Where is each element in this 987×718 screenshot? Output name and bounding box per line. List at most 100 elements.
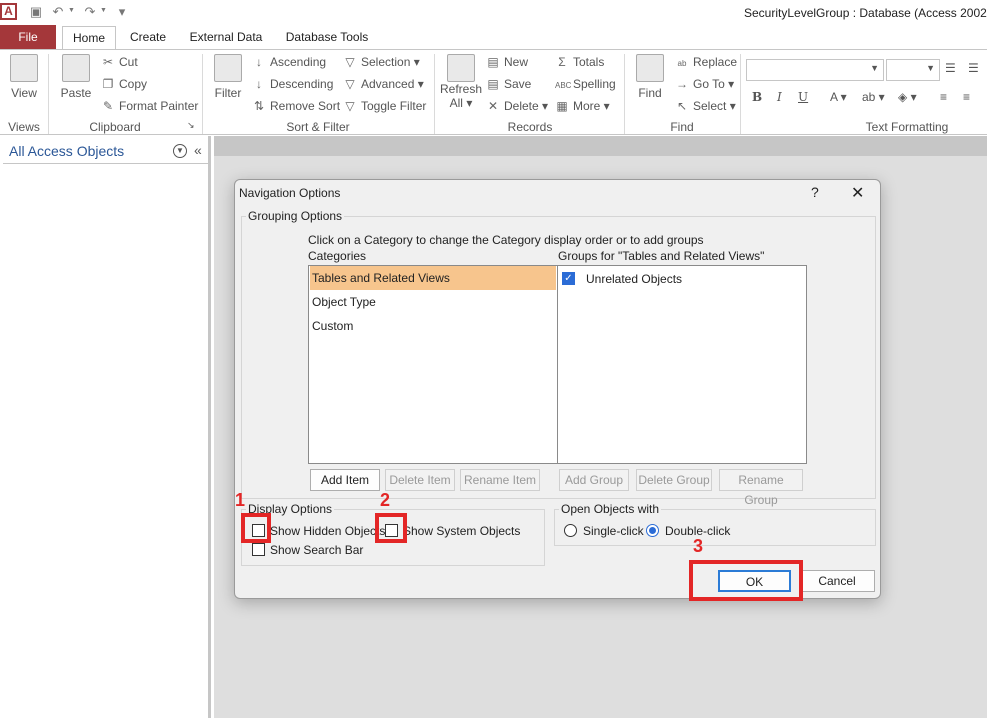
- tab-home[interactable]: Home: [62, 26, 116, 49]
- group-label-views: Views: [8, 120, 40, 134]
- goto-icon: →: [676, 77, 688, 91]
- goto-button[interactable]: → Go To ▾: [675, 77, 734, 91]
- ascending-button[interactable]: ↓ Ascending: [252, 55, 326, 69]
- spelling-icon: ABC: [555, 81, 572, 90]
- more-button[interactable]: ▦ More ▾: [555, 99, 609, 113]
- select-icon: ↖: [676, 99, 688, 113]
- close-icon[interactable]: ✕: [851, 183, 864, 203]
- tab-database-tools[interactable]: Database Tools: [282, 26, 372, 49]
- add-item-button[interactable]: Add Item: [310, 469, 380, 491]
- new-record-icon: ▤: [487, 55, 499, 69]
- delete-group-button[interactable]: Delete Group: [636, 469, 712, 491]
- customize-quick-access-icon[interactable]: ▾: [114, 4, 130, 20]
- rename-group-button[interactable]: Rename Group: [719, 469, 803, 507]
- delete-record-button[interactable]: ✕ Delete ▾: [486, 99, 548, 113]
- redo-icon[interactable]: ↷: [82, 4, 98, 20]
- separator: [202, 54, 203, 134]
- align-center-icon[interactable]: ≡: [963, 90, 970, 104]
- unrelated-objects-checkbox[interactable]: ✓: [562, 272, 575, 285]
- tab-external-data[interactable]: External Data: [184, 26, 268, 49]
- sigma-icon: Σ: [558, 55, 566, 69]
- show-system-objects-label[interactable]: Show System Objects: [403, 524, 520, 538]
- nav-pane-header[interactable]: All Access Objects ▼ «: [3, 140, 209, 164]
- tab-file[interactable]: File: [0, 25, 56, 49]
- collapse-pane-icon[interactable]: «: [194, 142, 202, 158]
- fill-color-icon[interactable]: ◈ ▾: [898, 90, 917, 104]
- new-record-button[interactable]: ▤ New: [486, 55, 528, 69]
- list-item[interactable]: Custom: [310, 314, 556, 338]
- copy-button[interactable]: ❐ Copy: [101, 77, 147, 91]
- double-click-radio[interactable]: [646, 524, 659, 537]
- rename-item-button[interactable]: Rename Item: [460, 469, 540, 491]
- remove-sort-button[interactable]: ⇅ Remove Sort: [252, 99, 340, 113]
- workspace-top-strip: [214, 136, 987, 156]
- chevron-down-icon[interactable]: ▼: [173, 144, 187, 158]
- help-icon[interactable]: ?: [811, 184, 819, 200]
- toggle-filter-icon: ▽: [345, 99, 355, 113]
- categories-list[interactable]: Tables and Related Views Object Type Cus…: [308, 265, 558, 464]
- select-button[interactable]: ↖ Select ▾: [675, 99, 736, 113]
- show-search-bar-checkbox[interactable]: [252, 543, 265, 556]
- bullets-icon[interactable]: ☰: [945, 61, 956, 75]
- cut-button[interactable]: ✂ Cut: [101, 55, 138, 69]
- selection-filter-icon: ▽: [345, 55, 355, 69]
- view-button[interactable]: View: [6, 54, 42, 100]
- annotation-box-3: [689, 560, 803, 601]
- font-size-dropdown[interactable]: ▼: [886, 59, 940, 81]
- list-item[interactable]: Object Type: [310, 290, 556, 314]
- chevron-down-icon: ▼: [870, 63, 879, 73]
- clipboard-launcher-icon[interactable]: ↘: [187, 120, 195, 131]
- list-item[interactable]: Unrelated Objects: [586, 272, 682, 286]
- totals-button[interactable]: Σ Totals: [555, 55, 604, 69]
- groups-list[interactable]: ✓ Unrelated Objects: [557, 265, 807, 464]
- replace-button[interactable]: ab Replace: [675, 55, 737, 69]
- nav-pane-title[interactable]: All Access Objects: [9, 143, 124, 159]
- access-app-icon: A: [0, 3, 17, 20]
- undo-dropdown-icon[interactable]: ▼: [68, 7, 75, 14]
- remove-sort-icon: ⇅: [253, 99, 265, 113]
- refresh-all-button[interactable]: Refresh All ▾: [440, 54, 482, 110]
- show-hidden-objects-label[interactable]: Show Hidden Objects: [270, 524, 385, 538]
- annotation-number-3: 3: [693, 536, 704, 556]
- save-icon[interactable]: ▣: [28, 4, 44, 20]
- italic-button[interactable]: I: [777, 90, 782, 104]
- show-search-bar-label[interactable]: Show Search Bar: [270, 543, 363, 557]
- filter-button[interactable]: Filter: [210, 54, 246, 100]
- single-click-radio[interactable]: [564, 524, 577, 537]
- highlight-icon[interactable]: ab ▾: [862, 90, 885, 104]
- add-group-button[interactable]: Add Group: [559, 469, 629, 491]
- format-painter-button[interactable]: ✎ Format Painter: [101, 99, 198, 113]
- descending-button[interactable]: ↓ Descending: [252, 77, 333, 91]
- paste-icon: [62, 54, 90, 82]
- group-label-records: Records: [507, 120, 553, 134]
- undo-icon[interactable]: ↶: [50, 4, 66, 20]
- redo-dropdown-icon[interactable]: ▼: [100, 7, 107, 14]
- numbering-icon[interactable]: ☰: [968, 61, 979, 75]
- align-left-icon[interactable]: ≡: [940, 90, 947, 104]
- replace-icon: ab: [677, 59, 687, 68]
- font-color-icon[interactable]: A ▾: [830, 90, 847, 104]
- group-label-find: Find: [670, 120, 694, 134]
- cancel-button[interactable]: Cancel: [799, 570, 875, 592]
- separator: [624, 54, 625, 134]
- grouping-instruction: Click on a Category to change the Catego…: [308, 233, 704, 247]
- delete-item-button[interactable]: Delete Item: [385, 469, 455, 491]
- list-item[interactable]: Tables and Related Views: [310, 266, 556, 290]
- title-bar: A ▣ ↶ ▼ ↷ ▼ ▾ SecurityLevelGroup : Datab…: [0, 0, 987, 24]
- categories-label: Categories: [308, 249, 367, 263]
- grouping-options-legend: Grouping Options: [248, 209, 343, 223]
- spelling-button[interactable]: ABC Spelling: [555, 77, 616, 91]
- find-button[interactable]: Find: [630, 54, 670, 100]
- toggle-filter-button[interactable]: ▽ Toggle Filter: [343, 99, 426, 113]
- selection-button[interactable]: ▽ Selection ▾: [343, 55, 419, 69]
- paste-button[interactable]: Paste: [56, 54, 96, 100]
- single-click-label[interactable]: Single-click: [583, 524, 644, 538]
- font-name-dropdown[interactable]: ▼: [746, 59, 884, 81]
- advanced-button[interactable]: ▽ Advanced ▾: [343, 77, 423, 91]
- tab-create[interactable]: Create: [124, 26, 172, 49]
- underline-button[interactable]: U: [798, 90, 808, 104]
- bold-button[interactable]: B: [752, 90, 762, 104]
- save-record-button[interactable]: ▤ Save: [486, 77, 531, 91]
- open-objects-legend: Open Objects with: [561, 502, 660, 516]
- dialog-title: Navigation Options: [239, 186, 341, 200]
